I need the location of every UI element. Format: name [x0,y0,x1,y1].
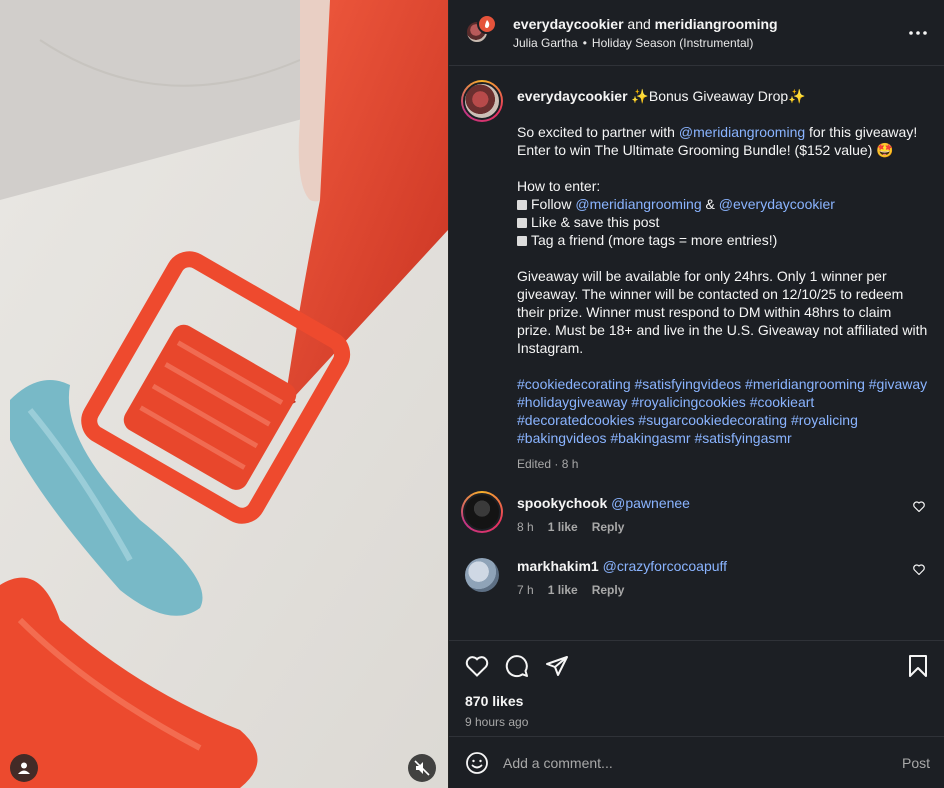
comment-likes-button[interactable]: 1 like [548,520,578,534]
giveaway-details: Giveaway will be available for only 24hr… [517,268,932,356]
hashtags[interactable]: #cookiedecorating #satisfyingvideos #mer… [517,376,931,446]
share-icon [546,656,568,676]
instagram-post-view: everydaycookier and meridiangrooming Jul… [0,0,944,788]
like-comment-button[interactable] [910,491,928,512]
checkbox-bullet-icon [517,200,527,210]
speaker-muted-icon [414,760,430,776]
user-icon [18,762,30,774]
collab-avatars[interactable] [465,13,499,50]
tagged-users-button[interactable] [10,754,38,782]
collab-authors: everydaycookier and meridiangrooming [513,16,906,32]
audio-muted-button[interactable] [408,754,436,782]
emoji-icon [466,751,488,774]
post-actions: 870 likes 9 hours ago [449,640,944,736]
share-button[interactable] [545,654,569,678]
caption-title: ✨Bonus Giveaway Drop✨ [627,88,806,104]
edited-timestamp: Edited · 8 h [517,457,579,471]
heart-icon [913,564,925,575]
author-username[interactable]: everydaycookier [513,16,624,32]
avatar [477,13,497,34]
and-text: and [627,15,651,32]
step-3-text: Tag a friend (more tags = more entries!) [531,232,778,248]
caption: everydaycookier ✨Bonus Giveaway Drop✨ So… [461,80,928,471]
avatar [463,493,501,531]
post-media[interactable] [0,0,448,788]
like-comment-button[interactable] [910,554,928,575]
caption-username[interactable]: everydaycookier [517,88,628,104]
likes-count[interactable]: 870 likes [465,693,928,709]
audio-artist: Julia Gartha [513,35,578,50]
comment-time: 8 h [517,520,534,534]
audio-track: Holiday Season (Instrumental) [591,35,754,50]
step-1-text: Follow [531,196,576,212]
mention-link[interactable]: @meridiangrooming [575,196,701,212]
caption-text: everydaycookier ✨Bonus Giveaway Drop✨ So… [517,87,928,447]
comments-scroll-area[interactable]: everydaycookier ✨Bonus Giveaway Drop✨ So… [449,66,944,640]
reply-button[interactable]: Reply [592,583,625,597]
more-options-button[interactable] [906,21,930,45]
checkbox-bullet-icon [517,236,527,246]
emoji-button[interactable] [465,751,489,775]
reply-button[interactable]: Reply [592,520,625,534]
step-2-text: Like & save this post [531,214,660,230]
mention-link[interactable]: @everydaycookier [719,196,835,212]
post-header: everydaycookier and meridiangrooming Jul… [449,0,944,66]
comment-time: 7 h [517,583,534,597]
mention-link[interactable]: @crazyforcocoapuff [603,558,727,574]
post-time[interactable]: 9 hours ago [465,715,928,729]
post-side-panel: everydaycookier and meridiangrooming Jul… [448,0,944,788]
heart-icon [913,501,925,512]
how-to-enter: How to enter: [517,178,601,194]
mention-link[interactable]: @pawnenee [611,495,690,511]
avatar[interactable] [465,558,499,592]
mention-link[interactable]: @meridiangrooming [679,124,805,140]
coauthor-username[interactable]: meridiangrooming [655,16,778,32]
add-comment-bar: Post [449,736,944,788]
more-horizontal-icon [909,30,927,35]
story-ring[interactable] [461,80,503,122]
audio-attribution[interactable]: Julia Gartha • Holiday Season (Instrumen… [513,36,906,50]
story-ring[interactable] [461,491,503,533]
comment-item: markhakim1 @crazyforcocoapuff 7 h 1 like… [461,554,928,597]
flame-logo-icon [485,19,490,28]
bookmark-icon [909,655,927,677]
save-button[interactable] [908,654,928,678]
heart-icon [465,656,489,677]
comment-button[interactable] [505,654,529,678]
comment-item: spookychook @pawnenee 8 h 1 like Reply [461,491,928,534]
step-1-and: & [701,196,719,212]
avatar [463,82,501,120]
cookie-decorating-photo [0,0,448,788]
comment-input[interactable] [503,754,888,771]
caption-intro: So excited to partner with [517,124,679,140]
comment-icon [505,655,528,678]
comment-likes-button[interactable]: 1 like [548,583,578,597]
post-comment-button[interactable]: Post [902,755,930,771]
checkbox-bullet-icon [517,218,527,228]
separator: • [582,35,587,50]
like-button[interactable] [465,655,489,677]
comment-username[interactable]: spookychook [517,495,607,511]
comment-username[interactable]: markhakim1 [517,558,599,574]
